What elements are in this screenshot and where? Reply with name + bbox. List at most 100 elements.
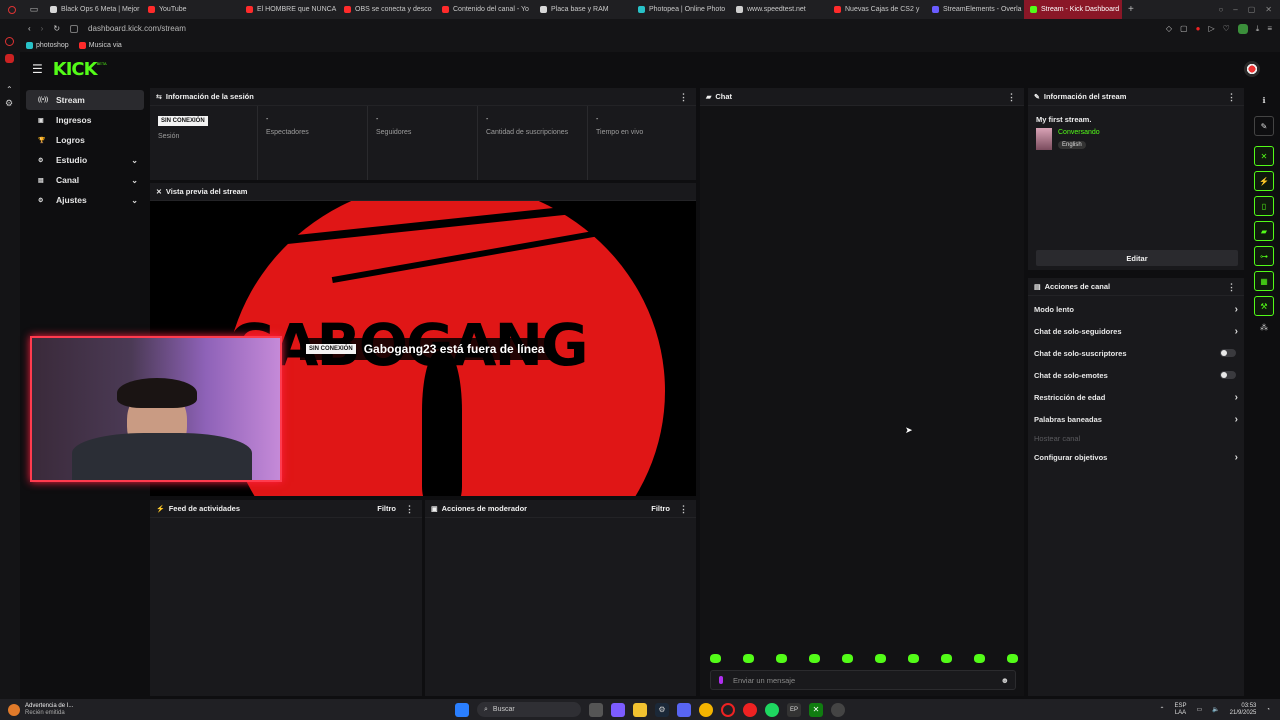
forward-icon[interactable]: › bbox=[41, 24, 44, 33]
language-indicator[interactable]: ESP LAA bbox=[1175, 703, 1187, 717]
notification-widget[interactable]: Advertencia de I... Recién emitida bbox=[0, 703, 200, 717]
browser-tab[interactable]: Contenido del canal - Yo bbox=[436, 0, 534, 19]
bookmark-icon[interactable]: ◇ bbox=[1166, 24, 1172, 34]
copilot-icon[interactable] bbox=[611, 702, 625, 717]
session-menu-icon[interactable]: ⋮ bbox=[679, 92, 688, 102]
sidebar-item-ajustes[interactable]: ⚙ Ajustes ⌄ bbox=[26, 190, 144, 210]
heart-icon[interactable]: ♡ bbox=[1223, 24, 1230, 34]
file-explorer-icon[interactable] bbox=[633, 702, 647, 717]
feed-filter-button[interactable]: Filtro bbox=[377, 504, 396, 513]
stream-category[interactable]: Conversando bbox=[1058, 129, 1100, 136]
sidebar-item-stream[interactable]: ((•)) Stream bbox=[26, 90, 144, 110]
edit-icon[interactable]: ✎ bbox=[1254, 116, 1274, 136]
opera-icon[interactable] bbox=[743, 702, 757, 717]
clock[interactable]: 03:53 21/9/2025 bbox=[1230, 703, 1257, 717]
chat-input[interactable]: Enviar un mensaje ☻ bbox=[710, 670, 1016, 690]
emote-icon[interactable] bbox=[941, 654, 952, 663]
bookmark-item[interactable]: Musica via bbox=[78, 41, 122, 49]
emote-icon[interactable] bbox=[974, 654, 985, 663]
raid-icon[interactable]: ✕ bbox=[1254, 146, 1274, 166]
arrow-icon[interactable]: ⌃ bbox=[6, 85, 20, 94]
maximize-icon[interactable]: ▢ bbox=[1248, 5, 1256, 14]
xbox-icon[interactable]: ✕ bbox=[809, 702, 823, 717]
flash-icon[interactable]: ⚡ bbox=[1254, 171, 1274, 191]
search-tabs-icon[interactable]: ○ bbox=[1218, 5, 1223, 14]
sidebar-item-canal[interactable]: ▤ Canal ⌄ bbox=[26, 170, 144, 190]
minimize-icon[interactable]: – bbox=[1233, 5, 1237, 14]
play-icon[interactable]: ▷ bbox=[1208, 24, 1214, 34]
discord-icon[interactable] bbox=[677, 702, 691, 717]
channel-action-item[interactable]: Chat de solo-emotes bbox=[1028, 364, 1244, 386]
browser-tab[interactable]: OBS se conecta y desco bbox=[338, 0, 436, 19]
chat-menu-icon[interactable]: ⋮ bbox=[1007, 92, 1016, 102]
channel-action-item[interactable]: Restricción de edad › bbox=[1028, 386, 1244, 408]
ai-icon[interactable] bbox=[5, 54, 14, 63]
channel-action-item[interactable]: Palabras baneadas › bbox=[1028, 408, 1244, 430]
emote-icon[interactable] bbox=[1007, 654, 1018, 663]
emote-icon[interactable] bbox=[875, 654, 886, 663]
tools-icon[interactable]: ⚒ bbox=[1254, 296, 1274, 316]
mod-menu-icon[interactable]: ⋮ bbox=[679, 504, 688, 514]
epic-games-icon[interactable]: EP bbox=[787, 702, 801, 717]
user-avatar[interactable] bbox=[1244, 61, 1260, 77]
emote-icon[interactable] bbox=[809, 654, 820, 663]
channel-action-item[interactable]: Chat de solo-seguidores › bbox=[1028, 320, 1244, 342]
kick-logo[interactable]: KICK BETA bbox=[53, 59, 107, 80]
volume-icon[interactable]: 🔈 bbox=[1212, 706, 1219, 713]
site-info-icon[interactable] bbox=[70, 24, 79, 33]
browser-tab[interactable]: Nuevas Cajas de CS2 y bbox=[828, 0, 926, 19]
message-icon[interactable]: ▰ bbox=[1254, 221, 1274, 241]
channel-actions-menu-icon[interactable]: ⋮ bbox=[1227, 282, 1236, 292]
bookmark-item[interactable]: photoshop bbox=[26, 41, 69, 49]
channel-action-item[interactable]: Modo lento › bbox=[1028, 298, 1244, 320]
emoji-icon[interactable]: ☻ bbox=[1001, 676, 1009, 685]
emote-icon[interactable] bbox=[776, 654, 787, 663]
windows-start-icon[interactable] bbox=[455, 702, 469, 717]
steam-icon[interactable]: ⚙ bbox=[655, 702, 669, 717]
more-tools-icon[interactable]: ⁂ bbox=[1254, 320, 1274, 334]
mod-filter-button[interactable]: Filtro bbox=[651, 504, 670, 513]
feed-menu-icon[interactable]: ⋮ bbox=[405, 504, 414, 514]
info-icon[interactable]: ℹ bbox=[1254, 90, 1274, 110]
calendar-icon[interactable]: ▦ bbox=[1254, 271, 1274, 291]
chrome-icon[interactable] bbox=[699, 702, 713, 717]
emote-icon[interactable] bbox=[908, 654, 919, 663]
url-field[interactable]: dashboard.kick.com/stream bbox=[88, 24, 186, 33]
toggle-switch[interactable] bbox=[1220, 371, 1236, 379]
link-icon[interactable]: ⊶ bbox=[1254, 246, 1274, 266]
channel-action-item[interactable]: Chat de solo-suscriptores bbox=[1028, 342, 1244, 364]
toggle-switch[interactable] bbox=[1220, 349, 1236, 357]
browser-tab[interactable]: Black Ops 6 Meta | Mejor bbox=[44, 0, 142, 19]
edit-button[interactable]: Editar bbox=[1036, 250, 1238, 266]
settings-icon[interactable]: ⚙ bbox=[5, 98, 20, 109]
opera-icon[interactable] bbox=[5, 37, 14, 46]
emote-icon[interactable] bbox=[710, 654, 721, 663]
sidebar-item-logros[interactable]: 🏆 Logros bbox=[26, 130, 144, 150]
close-window-icon[interactable]: ✕ bbox=[1265, 5, 1272, 14]
browser-tab[interactable]: El HOMBRE que NUNCA bbox=[240, 0, 338, 19]
tray-chevron-icon[interactable]: ⌃ bbox=[1159, 706, 1164, 713]
menu-icon[interactable]: ≡ bbox=[1267, 24, 1272, 34]
back-icon[interactable]: ‹ bbox=[28, 24, 31, 33]
browser-tab[interactable]: www.speedtest.net bbox=[730, 0, 828, 19]
channel-action-item[interactable]: Configurar objetivos › bbox=[1028, 446, 1244, 468]
sidebar-item-estudio[interactable]: ⚙ Estudio ⌄ bbox=[26, 150, 144, 170]
snapshot-icon[interactable]: ▢ bbox=[1180, 24, 1188, 34]
browser-tab[interactable]: YouTube bbox=[142, 0, 240, 19]
profile-avatar[interactable] bbox=[1237, 23, 1248, 34]
browser-tab[interactable]: Stream - Kick Dashboard bbox=[1024, 0, 1122, 19]
tab-list-icon[interactable]: ▭ bbox=[24, 0, 44, 19]
task-view-icon[interactable] bbox=[589, 702, 603, 717]
taskbar-search[interactable]: ⌕ Buscar bbox=[477, 702, 581, 717]
download-icon[interactable]: ⤓ bbox=[1256, 24, 1260, 34]
browser-tab[interactable]: Photopea | Online Photo bbox=[632, 0, 730, 19]
browser-tab[interactable]: StreamElements - Overla bbox=[926, 0, 1024, 19]
stream-info-menu-icon[interactable]: ⋮ bbox=[1227, 92, 1236, 102]
browser-menu-icon[interactable] bbox=[0, 0, 24, 19]
network-icon[interactable]: ▭ bbox=[1197, 706, 1203, 713]
clip-icon[interactable]: ▯ bbox=[1254, 196, 1274, 216]
emote-icon[interactable] bbox=[743, 654, 754, 663]
sidebar-item-ingresos[interactable]: ▣ Ingresos bbox=[26, 110, 144, 130]
browser-tab[interactable]: Placa base y RAM bbox=[534, 0, 632, 19]
emote-icon[interactable] bbox=[842, 654, 853, 663]
